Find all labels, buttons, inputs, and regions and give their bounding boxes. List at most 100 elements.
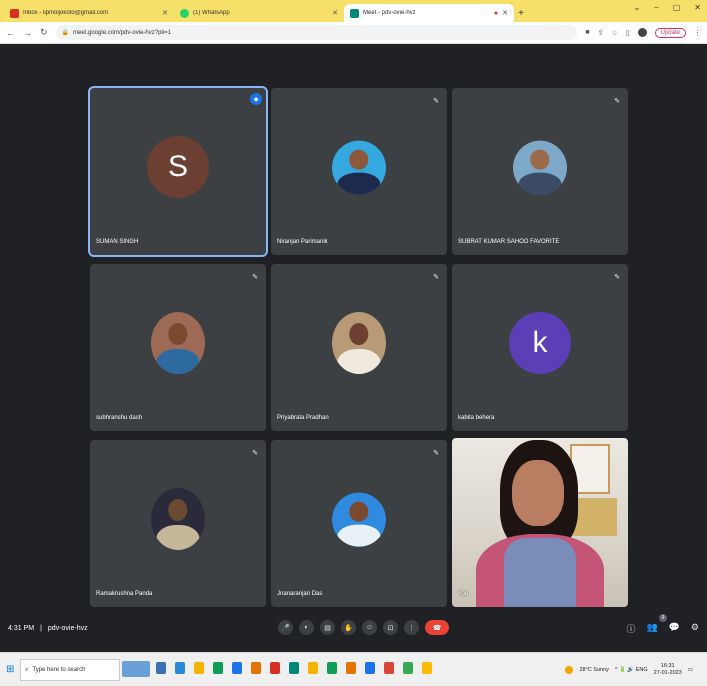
taskbar-app-icon[interactable] [365, 662, 375, 674]
taskbar-app-icon[interactable] [327, 662, 337, 674]
clock[interactable]: 16:31 27-01-2023 [654, 663, 682, 677]
new-tab-button[interactable]: + [514, 4, 528, 22]
news-widget-icon[interactable] [122, 661, 150, 677]
bookmark-star-icon[interactable]: ☆ [612, 29, 618, 37]
tab-search-icon[interactable]: ⌄ [634, 3, 641, 12]
participant-name: SUBRAT KUMAR SAHOO FAVORITE [458, 239, 560, 245]
taskbar-app-icon[interactable] [194, 662, 204, 674]
maximize-button[interactable]: ▢ [673, 3, 681, 12]
raise-hand-button[interactable]: ✋ [341, 620, 356, 635]
taskbar-app-icon[interactable] [270, 662, 280, 674]
taskbar-app-icon[interactable] [213, 662, 223, 674]
person-top [504, 538, 576, 607]
taskbar-app-icon[interactable] [175, 662, 185, 674]
weather-text[interactable]: 28°C Sunny [579, 667, 608, 673]
taskbar-app-icon[interactable] [308, 662, 318, 674]
mic-off-icon: ✎ [433, 274, 439, 281]
microphone-button[interactable]: 🎤 [278, 620, 293, 635]
browser-tab-bar: Inbox - lipmoljokoto@gmail.com ✕ (1) Wha… [0, 0, 707, 22]
extensions: ■ ⇪ ☆ ▯ Update ⋮ [585, 27, 701, 38]
forward-icon[interactable]: → [23, 28, 32, 38]
meet-icon [350, 8, 359, 18]
taskbar-search-input[interactable]: ⌕ Type here to search [20, 659, 120, 681]
meeting-info: 4:31 PM | pdv-ovie-hvz [8, 625, 88, 632]
activities-icon[interactable]: ⚙ [691, 622, 699, 635]
taskbar-app-icon[interactable] [232, 662, 242, 674]
taskbar-app-icon[interactable] [156, 662, 166, 674]
meet-stage: S ◆ SUMAN SINGH ✎ Niranjan Parimanik ✎ S… [0, 44, 707, 652]
meeting-details-icon[interactable]: ⓘ [626, 622, 635, 635]
participant-tile-niranjan[interactable]: ✎ Niranjan Parimanik [271, 88, 447, 255]
avatar [332, 311, 386, 374]
call-controls: 🎤 ◐ ▤ ✋ ☺ ⊡ ⋮ ☎ [278, 620, 449, 635]
meeting-time: 4:31 PM [8, 625, 35, 632]
taskbar-app-icon[interactable] [251, 662, 261, 674]
taskbar-app-icon[interactable] [384, 662, 394, 674]
separator: | [40, 625, 42, 632]
url-field[interactable]: 🔒 meet.google.com/pdv-ovie-hvz?pli=1 [55, 25, 578, 40]
taskbar-app-icon[interactable] [422, 662, 432, 674]
reactions-button[interactable]: ☺ [362, 620, 377, 635]
self-camera-tile[interactable]: You [452, 438, 628, 607]
back-icon[interactable]: ← [6, 28, 15, 38]
captions-button[interactable]: ▤ [320, 620, 335, 635]
profile-avatar-icon[interactable] [637, 28, 647, 37]
clock-time: 16:31 [660, 663, 675, 669]
clock-date: 27-01-2023 [653, 670, 682, 676]
update-button[interactable]: Update [654, 27, 686, 38]
windows-start-icon[interactable]: ⊞ [6, 664, 14, 675]
participant-tile-kabita[interactable]: k ✎ kabita behera [452, 264, 628, 431]
participant-name: Priyabrata Pradhan [277, 415, 329, 421]
tab-gmail[interactable]: Inbox - lipmoljokoto@gmail.com ✕ [4, 4, 174, 22]
close-icon[interactable]: ✕ [502, 9, 508, 17]
close-icon[interactable]: ✕ [162, 9, 168, 17]
menu-icon[interactable]: ⋮ [694, 29, 701, 37]
search-icon: ⌕ [25, 666, 29, 673]
participant-tile-suman-singh[interactable]: S ◆ SUMAN SINGH [88, 86, 268, 257]
meeting-code: pdv-ovie-hvz [47, 625, 88, 632]
notification-icon[interactable]: ▭ [688, 667, 693, 673]
more-options-button[interactable]: ⋮ [404, 620, 419, 635]
share-icon[interactable]: ⇪ [598, 29, 604, 37]
camera-button[interactable]: ◐ [299, 620, 314, 635]
participant-tile-jnanaranjan[interactable]: ✎ Jnanaranjan Das [271, 440, 447, 607]
participant-name: Ramakrushna Panda [96, 591, 153, 597]
people-icon[interactable]: 👥 [646, 622, 657, 635]
tab-whatsapp[interactable]: (1) WhatsApp ✕ [174, 4, 344, 22]
tab-title: Inbox - lipmoljokoto@gmail.com [23, 10, 109, 16]
camera-indicator-icon[interactable]: ■ [585, 29, 589, 36]
chat-icon[interactable]: 💬 [669, 622, 680, 635]
participant-tile-ramakrushna[interactable]: ✎ Ramakrushna Panda [90, 440, 266, 607]
lock-icon: 🔒 [61, 30, 70, 36]
reload-icon[interactable]: ↻ [40, 27, 48, 38]
participant-tile-subhranshu[interactable]: ✎ subhranshu dash [90, 264, 266, 431]
taskbar-app-icon[interactable] [346, 662, 356, 674]
system-tray: 28°C Sunny ^ 🔋 🔊 ENG 16:31 27-01-2023 ▭ [565, 663, 693, 677]
avatar: k [509, 311, 571, 374]
tab-meet[interactable]: Meet - pdv-ovie-hvz ● ✕ [344, 4, 514, 22]
participant-tile-priyabrata[interactable]: ✎ Priyabrata Pradhan [271, 264, 447, 431]
person-face [512, 460, 564, 526]
taskbar-apps [156, 662, 432, 674]
minimize-button[interactable]: – [654, 3, 658, 12]
participant-name: Niranjan Parimanik [277, 239, 328, 245]
taskbar-app-icon[interactable] [403, 662, 413, 674]
avatar: S [147, 135, 209, 198]
sidebar-icon[interactable]: ▯ [626, 29, 630, 37]
mic-off-icon: ✎ [252, 450, 258, 457]
tray-icons[interactable]: ^ 🔋 🔊 ENG [615, 667, 648, 673]
participant-tile-subrat[interactable]: ✎ SUBRAT KUMAR SAHOO FAVORITE [452, 88, 628, 255]
close-window-button[interactable]: ✕ [694, 3, 701, 12]
whatsapp-icon [180, 8, 189, 18]
avatar-letter: k [532, 325, 548, 359]
present-button[interactable]: ⊡ [383, 620, 398, 635]
taskbar-app-icon[interactable] [289, 662, 299, 674]
windows-taskbar: ⊞ ⌕ Type here to search 28°C Sunny ^ 🔋 🔊… [0, 652, 707, 686]
tab-title: (1) WhatsApp [193, 10, 230, 16]
avatar-letter: S [167, 149, 188, 183]
avatar [332, 492, 386, 547]
close-icon[interactable]: ✕ [332, 9, 338, 17]
avatar [332, 140, 386, 195]
address-bar: ← → ↻ 🔒 meet.google.com/pdv-ovie-hvz?pli… [0, 22, 707, 44]
leave-call-button[interactable]: ☎ [425, 620, 449, 635]
